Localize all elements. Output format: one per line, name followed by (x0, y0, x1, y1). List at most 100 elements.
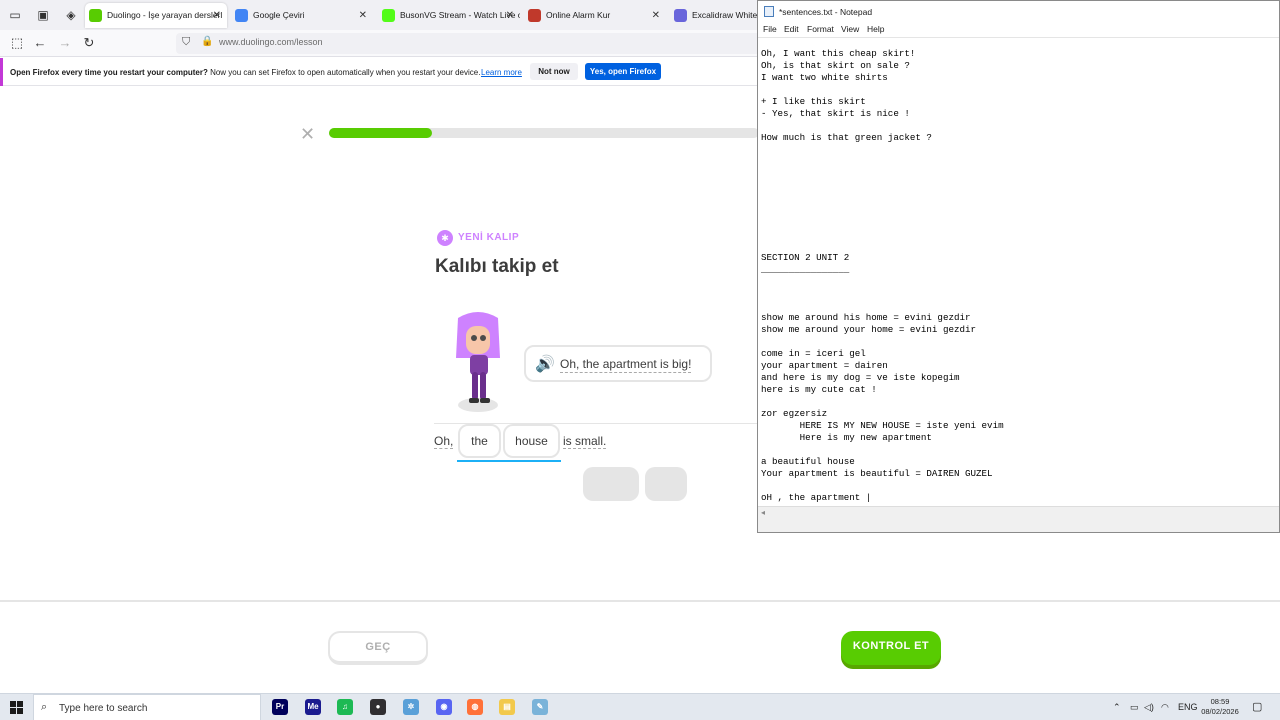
notepad-title: *sentences.txt - Notepad (779, 7, 873, 17)
network-icon[interactable]: ▭ (1130, 702, 1139, 713)
clock-time: 08:59 (1210, 697, 1230, 706)
extensions-icon[interactable]: ▣ (35, 7, 51, 23)
tab-close-icon[interactable]: ✕ (359, 3, 367, 28)
tab-overview-icon[interactable]: ▭ (7, 7, 23, 23)
menu-help[interactable]: Help (867, 24, 884, 34)
notepad-line: Here is my new apartment (761, 432, 932, 443)
notepad-line: Oh, I want this cheap skirt! (761, 48, 916, 59)
notepad-menu-bar: File Edit Format View Help (758, 21, 1279, 37)
check-button[interactable]: KONTROL ET (841, 631, 941, 665)
tab-favicon-icon (674, 9, 687, 22)
tab-title: Duolingo - İşe yarayan derslerl (107, 10, 223, 20)
close-lesson-icon[interactable]: ✕ (300, 124, 315, 145)
tab-favicon-icon (528, 9, 541, 22)
tab-close-icon[interactable]: ✕ (213, 3, 221, 28)
pinned-tab-icon[interactable]: ◈ (63, 7, 79, 23)
tab-title: Excalidraw Whitebo (692, 10, 760, 20)
screen: ▭ ▣ ◈ Duolingo - İşe yarayan derslerl ✕ Go… (0, 0, 1280, 720)
premiere-pro-icon[interactable]: Pr (272, 699, 288, 715)
lesson-progress-bar (329, 128, 759, 138)
spotify-icon[interactable]: ♫ (337, 699, 353, 715)
notepad-line: oH , the apartment | (761, 492, 872, 503)
app-five-icon[interactable]: ✲ (403, 699, 419, 715)
reload-button[interactable]: ↻ (81, 35, 97, 51)
notepad-line: Oh, is that skirt on sale ? (761, 60, 910, 71)
word-bank-slot (645, 467, 687, 501)
skip-button[interactable]: GEÇ (328, 631, 428, 665)
back-button[interactable]: ← (32, 35, 48, 51)
speaker-icon[interactable]: 🔊 (535, 354, 555, 374)
lock-icon[interactable]: 🔒 (201, 36, 213, 47)
tab-close-icon[interactable]: ✕ (506, 3, 514, 28)
url-bar[interactable]: ⛉ 🔒 www.duolingo.com/lesson (176, 33, 776, 54)
search-placeholder: Type here to search (59, 703, 148, 714)
not-now-button[interactable]: Not now (530, 63, 578, 80)
lesson-title: Kalıbı takip et (435, 256, 559, 277)
open-tab-icon[interactable]: ⬚ (9, 35, 25, 51)
tab-title: Google Çeviri (253, 10, 305, 20)
notepad-line: a beautiful house (761, 456, 855, 467)
media-encoder-icon[interactable]: Me (305, 699, 321, 715)
sentence-start: Oh, (434, 434, 454, 449)
file-explorer-icon[interactable]: ▤ (499, 699, 515, 715)
taskbar-search[interactable]: ⌕ Type here to search (33, 694, 261, 720)
notepad-icon[interactable]: ✎ (532, 699, 548, 715)
word-chip-house[interactable]: house (503, 424, 560, 458)
pattern-label: YENİ KALIP (458, 232, 520, 243)
windows-start-icon[interactable] (10, 701, 23, 714)
notifications-icon[interactable]: ▢ (1252, 700, 1262, 713)
notepad-line: show me around his home = evini gezdir (761, 312, 971, 323)
word-chip-the[interactable]: the (458, 424, 501, 458)
tracking-protection-icon[interactable]: ⛉ (182, 36, 190, 49)
search-icon: ⌕ (41, 701, 48, 713)
notepad-line: here is my cute cat ! (761, 384, 877, 395)
notepad-title-bar[interactable]: *sentences.txt - Notepad (758, 1, 1279, 21)
notepad-text-area[interactable]: Oh, I want this cheap skirt! Oh, is that … (758, 37, 1279, 506)
notepad-line: your apartment = dairen (761, 360, 888, 371)
browser-tab[interactable]: Excalidraw Whitebo (670, 3, 760, 28)
tab-favicon-icon (89, 9, 102, 22)
sentence-end: is small. (563, 434, 607, 449)
notepad-line: show me around your home = evini gezdir (761, 324, 977, 335)
notification-text: Now you can set Firefox to open automati… (207, 68, 481, 77)
scroll-left-icon[interactable]: ◂ (761, 508, 765, 517)
word-bank-slot (583, 467, 639, 501)
menu-format[interactable]: Format (807, 24, 834, 34)
notepad-line: and here is my dog = ve iste kopegim (761, 372, 960, 383)
clock-date: 08/02/2026 (1201, 707, 1239, 716)
notepad-line: I want two white shirts (761, 72, 888, 83)
notepad-line: HERE IS MY NEW HOUSE = iste yeni evim (761, 420, 1004, 431)
horizontal-scrollbar[interactable]: ◂ (758, 506, 1279, 519)
notepad-line: come in = iceri gel (761, 348, 866, 359)
menu-view[interactable]: View (841, 24, 859, 34)
browser-tab[interactable]: Online Alarm Kur ✕ (524, 3, 666, 28)
clock[interactable]: 08:59 08/02/2026 (1198, 697, 1242, 717)
yes-open-firefox-button[interactable]: Yes, open Firefox (585, 63, 661, 80)
browser-tab[interactable]: Duolingo - İşe yarayan derslerl ✕ (85, 3, 227, 28)
tab-close-icon[interactable]: ✕ (652, 3, 660, 28)
pattern-icon: ✱ (437, 230, 453, 246)
notification-title: Open Firefox every time you restart your… (10, 68, 208, 77)
notepad-window: *sentences.txt - Notepad File Edit Forma… (757, 0, 1280, 533)
browser-tab[interactable]: Google Çeviri ✕ (231, 3, 373, 28)
browser-tab[interactable]: BusonVG Stream - Watch Live o ✕ (378, 3, 520, 28)
forward-button[interactable]: → (57, 35, 73, 51)
volume-icon[interactable]: ◁) (1144, 702, 1154, 713)
notepad-line: zor egzersiz (761, 408, 828, 419)
notepad-line: Your apartment is beautiful = DAIREN GUZ… (761, 468, 993, 479)
firefox-icon[interactable]: ◍ (467, 699, 483, 715)
discord-icon[interactable]: ◉ (436, 699, 452, 715)
answer-underline (457, 460, 561, 462)
menu-file[interactable]: File (763, 24, 777, 34)
menu-edit[interactable]: Edit (784, 24, 799, 34)
language-indicator[interactable]: ENG (1178, 702, 1198, 712)
show-hidden-icons-icon[interactable]: ⌃ (1113, 702, 1121, 713)
notepad-line: SECTION 2 UNIT 2 (761, 252, 850, 263)
wifi-icon[interactable]: ◠ (1161, 702, 1169, 713)
obs-icon[interactable]: ● (370, 699, 386, 715)
tab-favicon-icon (235, 9, 248, 22)
tab-favicon-icon (382, 9, 395, 22)
taskbar: ⌕ Type here to search Pr Me ♫ ● ✲ ◉ ◍ ▤ ✎ ⌃ ▭ ◁)… (0, 693, 1280, 720)
notepad-line: - Yes, that skirt is nice ! (761, 108, 910, 119)
learn-more-link[interactable]: Learn more (481, 68, 522, 77)
